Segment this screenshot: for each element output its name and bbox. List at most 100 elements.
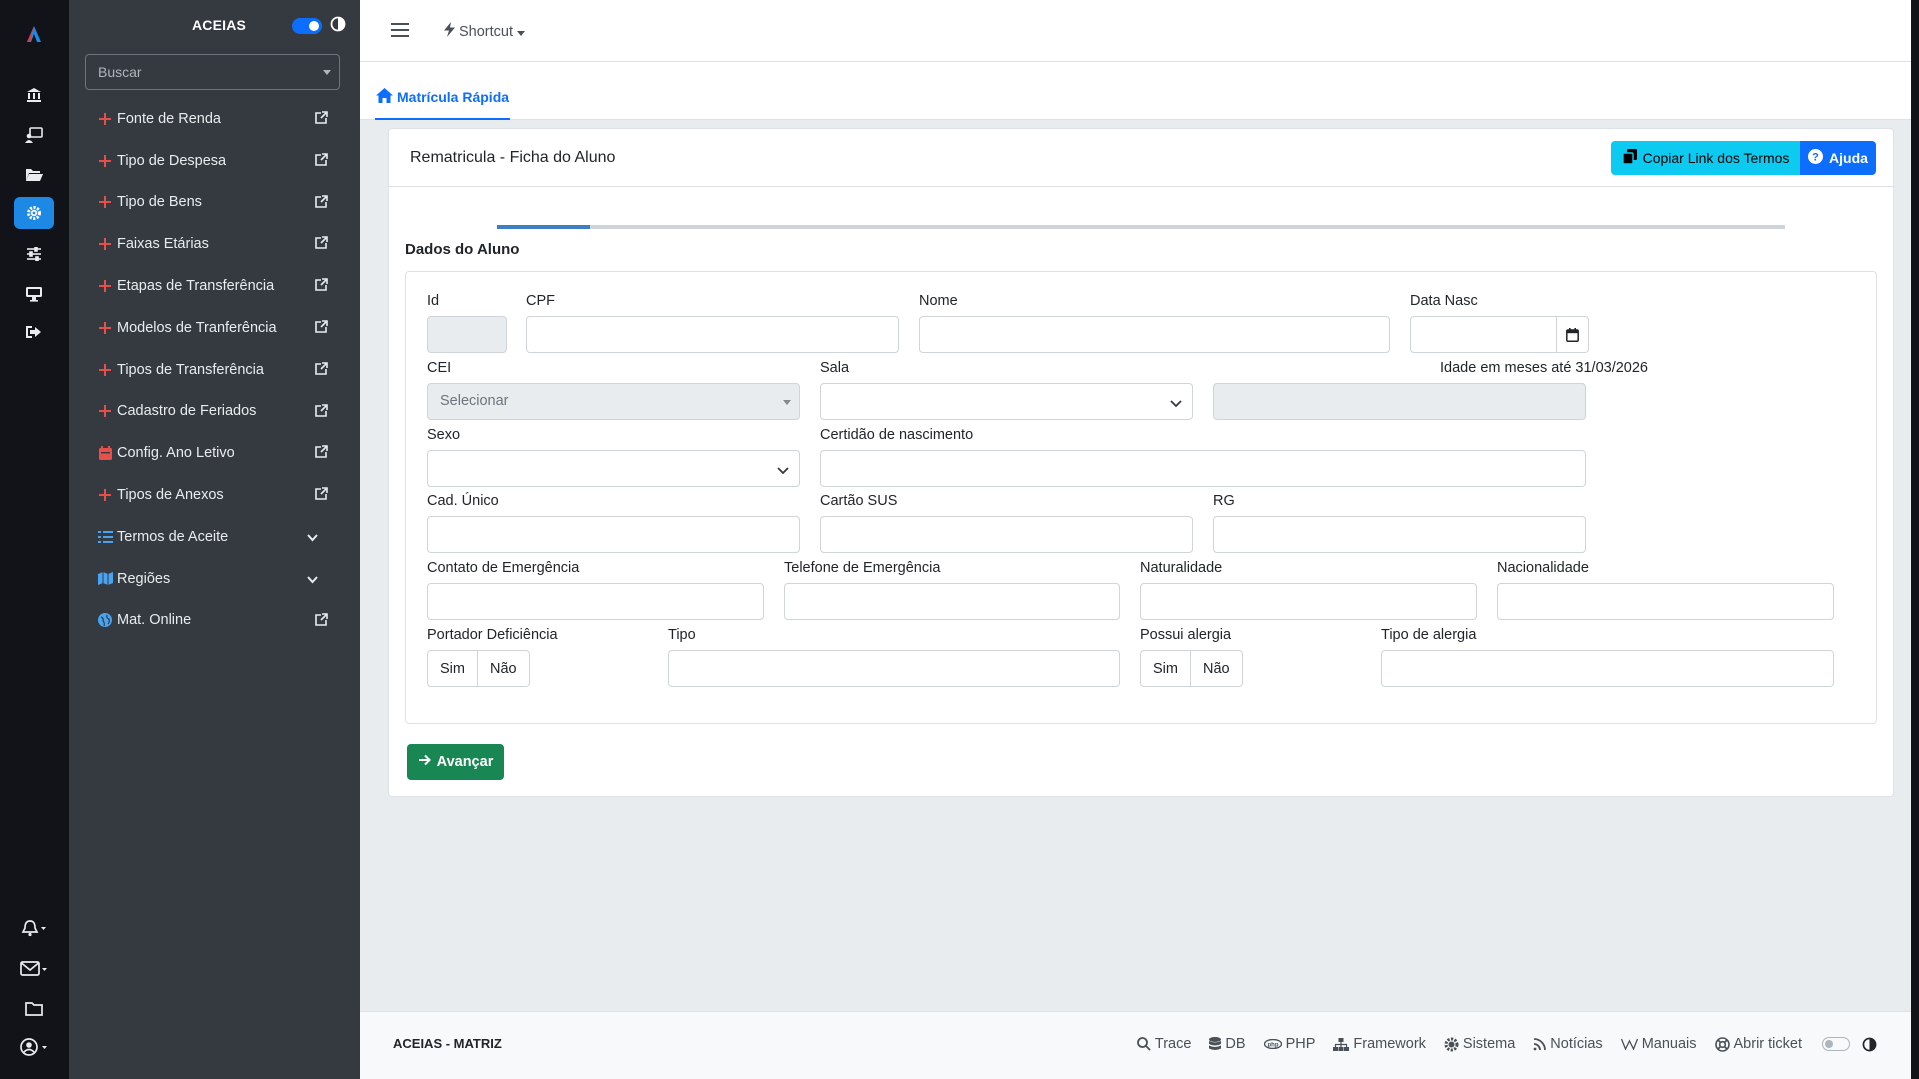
sidebar-item-tipo-de-despesa[interactable]: Tipo de Despesa [69, 140, 360, 182]
portador-toggle-group: Sim Não [427, 650, 627, 687]
footer-link-sistema[interactable]: Sistema [1444, 1036, 1515, 1052]
plus-icon [97, 238, 113, 251]
field-label: Sexo [427, 427, 461, 443]
telefone-input[interactable] [784, 583, 1120, 620]
portador-sim-button[interactable]: Sim [427, 650, 478, 687]
field-nacionalidade: Nacionalidade [1497, 560, 1834, 620]
nome-input[interactable] [919, 316, 1390, 353]
sliders-icon[interactable] [14, 238, 54, 270]
field-label: CEI [427, 360, 452, 376]
next-button[interactable]: Avançar [407, 744, 504, 780]
help-button[interactable]: ? Ajuda [1800, 141, 1876, 175]
sidebar-toggle[interactable] [292, 18, 322, 34]
sidebar-item-tipo-de-bens[interactable]: Tipo de Bens [69, 182, 360, 224]
sidebar-item-regioes[interactable]: Regiões [69, 558, 360, 600]
search-icon [1136, 1037, 1151, 1051]
external-link-icon [315, 278, 328, 295]
sidebar-item-termos-de-aceite[interactable]: Termos de Aceite [69, 516, 360, 558]
caret-down-icon [517, 24, 525, 40]
desktop-icon[interactable] [14, 278, 54, 310]
portador-nao-button[interactable]: Não [477, 650, 530, 687]
tab-matricula-rapida[interactable]: Matrícula Rápida [375, 76, 511, 120]
gear-icon[interactable] [14, 197, 54, 229]
nacionalidade-input[interactable] [1497, 583, 1834, 620]
field-label: Tipo de alergia [1381, 627, 1477, 643]
rg-input[interactable] [1213, 516, 1586, 553]
alergia-sim-button[interactable]: Sim [1140, 650, 1191, 687]
sidebar-item-tipos-de-anexos[interactable]: Tipos de Anexos [69, 474, 360, 516]
teacher-icon[interactable] [14, 119, 54, 151]
sidebar-item-label: Tipos de Anexos [117, 487, 224, 504]
tipo-alergia-input[interactable] [1381, 650, 1834, 687]
cei-placeholder: Selecionar [440, 393, 509, 409]
footer-link-label: Notícias [1550, 1036, 1603, 1052]
bank-icon[interactable] [14, 79, 54, 111]
external-link-icon [315, 320, 328, 337]
footer-link-php[interactable]: php PHP [1263, 1036, 1316, 1052]
sidebar-search-select[interactable]: Buscar [85, 54, 340, 90]
sala-select[interactable] [820, 383, 1193, 420]
footer-link-manuais[interactable]: Manuais [1620, 1036, 1697, 1052]
external-link-icon [315, 403, 328, 421]
field-naturalidade: Naturalidade [1140, 560, 1477, 620]
footer-link-framework[interactable]: Framework [1333, 1036, 1426, 1052]
footer-link-db[interactable]: DB [1209, 1036, 1246, 1052]
footer: ACEIAS - MATRIZ Trace DB php PHP Framewo… [360, 1011, 1911, 1079]
footer-link-trace[interactable]: Trace [1136, 1036, 1191, 1052]
sidebar-item-label: Tipo de Despesa [117, 152, 227, 169]
external-link-icon [315, 445, 328, 462]
certidao-input[interactable] [820, 450, 1586, 487]
app-logo-icon[interactable] [14, 18, 54, 50]
field-label: Certidão de nascimento [820, 427, 974, 443]
card-header: Rematricula - Ficha do Aluno Copiar Link… [389, 129, 1893, 187]
sidebar-item-fonte-de-renda[interactable]: Fonte de Renda [69, 98, 360, 140]
cad-unico-input[interactable] [427, 516, 800, 553]
sidebar-item-label: Modelos de Tranferência [117, 319, 277, 336]
section-title: Dados do Aluno [405, 241, 520, 258]
field-label: Tipo [668, 627, 696, 643]
footer-contrast-icon[interactable] [1862, 1037, 1877, 1052]
sidebar-item-mat-online[interactable]: Mat. Online [69, 600, 360, 642]
cartao-sus-input[interactable] [820, 516, 1193, 553]
sidebar-item-config-ano-letivo[interactable]: Config. Ano Letivo [69, 432, 360, 474]
shortcut-label: Shortcut [459, 23, 513, 40]
data-nasc-input[interactable] [1410, 316, 1557, 353]
footer-link-label: PHP [1285, 1036, 1316, 1052]
user-circle-icon[interactable] [14, 1031, 54, 1063]
alergia-toggle-group: Sim Não [1140, 650, 1340, 687]
field-label: CPF [526, 293, 555, 309]
footer-theme-toggle[interactable] [1822, 1037, 1850, 1051]
shortcut-dropdown[interactable]: Shortcut [444, 22, 525, 41]
copy-terms-link-button[interactable]: Copiar Link dos Termos [1611, 141, 1801, 175]
external-link-icon [315, 487, 328, 504]
sidebar-item-cadastro-de-feriados[interactable]: Cadastro de Feriados [69, 391, 360, 433]
logout-icon[interactable] [14, 316, 54, 348]
footer-link-label: DB [1225, 1036, 1246, 1052]
footer-link-abrir-ticket[interactable]: Abrir ticket [1714, 1036, 1802, 1052]
sidebar-item-label: Tipo de Bens [117, 194, 202, 211]
footer-brand: ACEIAS - MATRIZ [393, 1036, 502, 1051]
field-alergia: Possui alergia Sim Não [1140, 627, 1340, 687]
sidebar-item-modelos-de-tranferencia[interactable]: Modelos de Tranferência [69, 307, 360, 349]
cei-select[interactable]: Selecionar [427, 383, 800, 420]
alergia-nao-button[interactable]: Não [1190, 650, 1243, 687]
sidebar-item-label: Termos de Aceite [117, 528, 229, 545]
sidebar-item-tipos-de-transferencia[interactable]: Tipos de Transferência [69, 349, 360, 391]
field-label: Possui alergia [1140, 627, 1232, 643]
bell-icon[interactable] [14, 912, 54, 944]
hamburger-menu-icon[interactable] [390, 22, 410, 42]
footer-link-noticias[interactable]: Notícias [1533, 1036, 1603, 1052]
folder-open-icon[interactable] [14, 159, 54, 191]
folder-icon[interactable] [14, 992, 54, 1024]
calendar-button[interactable] [1557, 316, 1589, 353]
contato-input[interactable] [427, 583, 764, 620]
next-label: Avançar [436, 754, 494, 770]
sidebar-item-etapas-de-transferencia[interactable]: Etapas de Transferência [69, 265, 360, 307]
sexo-select[interactable] [427, 450, 800, 487]
naturalidade-input[interactable] [1140, 583, 1477, 620]
mail-icon[interactable] [14, 953, 54, 985]
tipo-input[interactable] [668, 650, 1120, 687]
sidebar-item-faixas-etarias[interactable]: Faixas Etárias [69, 223, 360, 265]
contrast-icon[interactable] [330, 16, 346, 36]
cpf-input[interactable] [526, 316, 899, 353]
